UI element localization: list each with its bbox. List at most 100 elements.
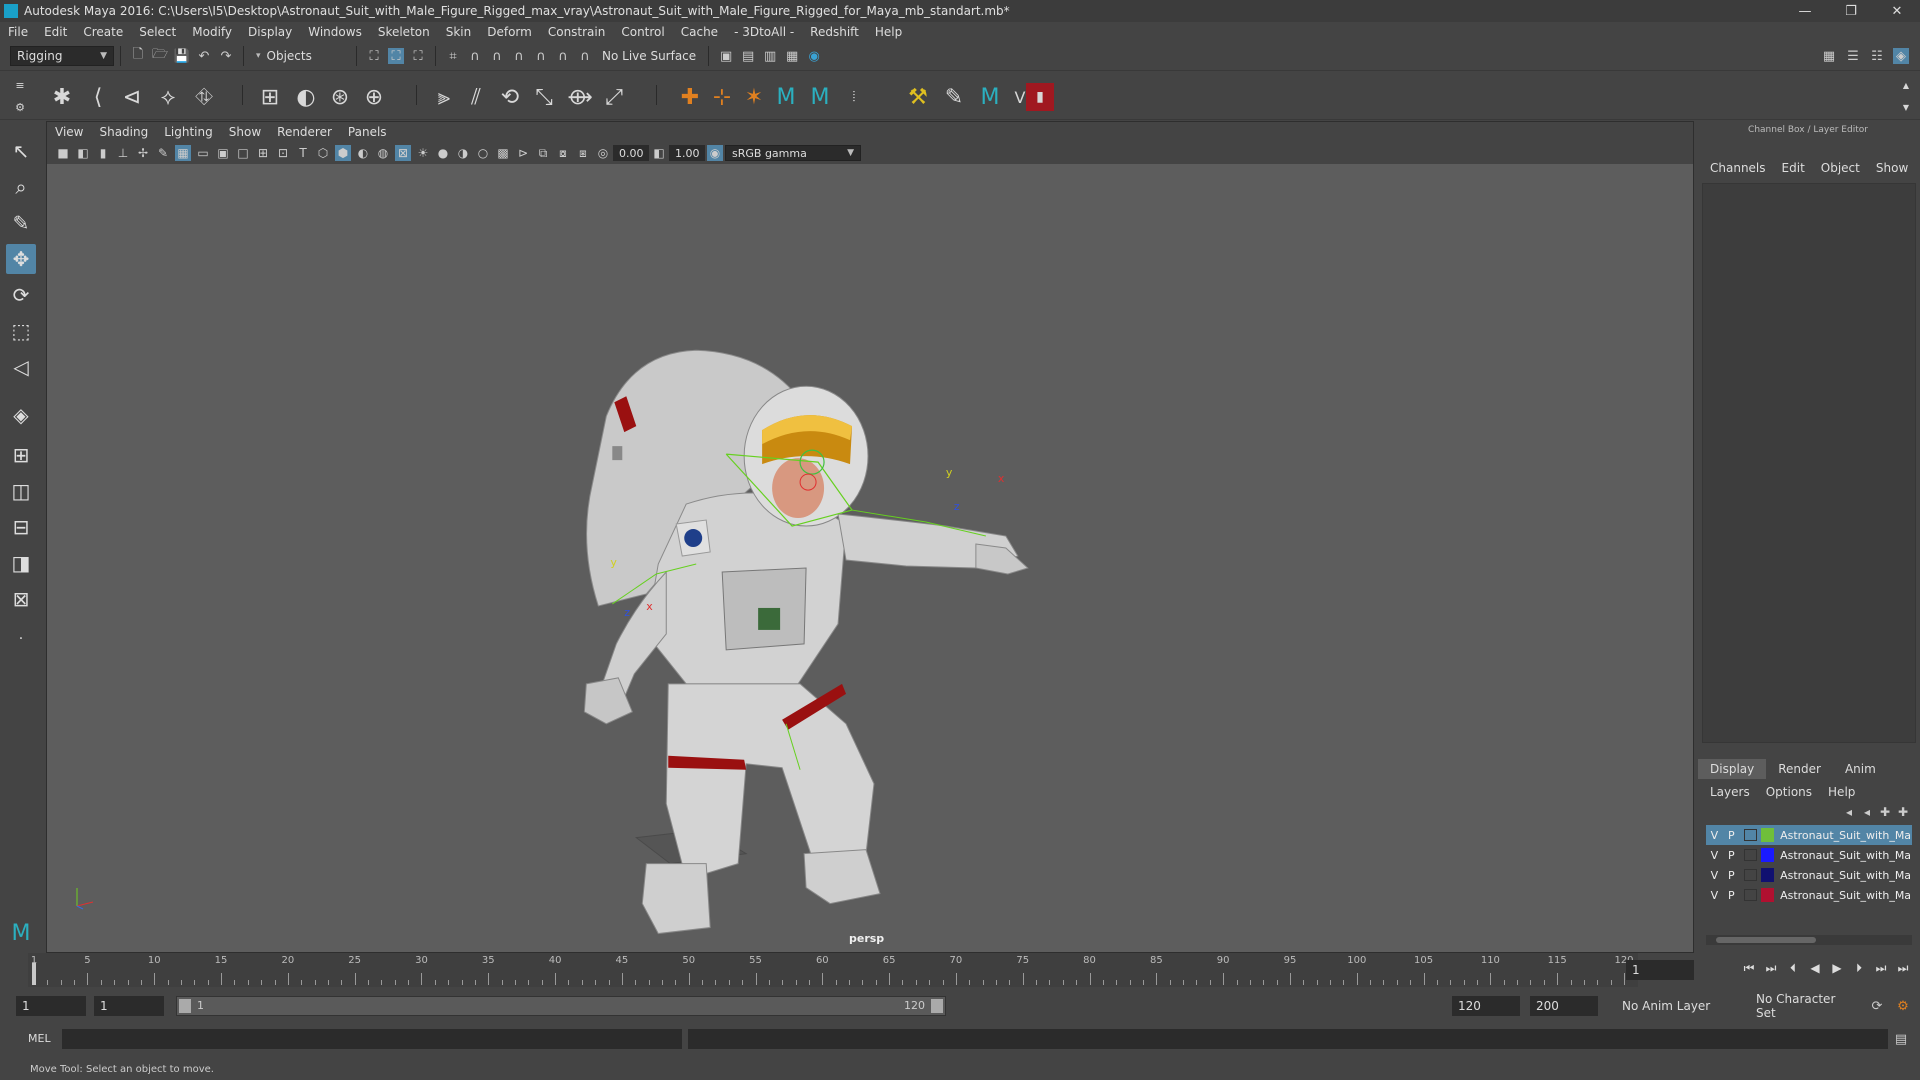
scrollbar-thumb[interactable] — [1716, 937, 1816, 943]
new-layer-icon[interactable]: ✚ — [1876, 805, 1894, 819]
move-tool-icon[interactable]: ✥ — [6, 244, 36, 274]
move-layer-down-icon[interactable]: ◂ — [1858, 805, 1876, 819]
menu-select[interactable]: Select — [139, 25, 176, 39]
paint-select-tool-icon[interactable]: ✎ — [6, 208, 36, 238]
menu-file[interactable]: File — [8, 25, 28, 39]
go-to-start-icon[interactable]: ⏮ — [1738, 961, 1760, 976]
layer-visibility-toggle[interactable]: V — [1706, 889, 1723, 902]
selection-mode-dropdown[interactable]: ▾ Objects — [250, 46, 350, 66]
smooth-shade-icon[interactable]: ⬢ — [335, 145, 351, 161]
snap-grid-icon[interactable]: ⌗ — [445, 48, 461, 64]
play-backward-icon[interactable]: ◀ — [1804, 961, 1826, 976]
vp-menu-lighting[interactable]: Lighting — [164, 125, 213, 139]
cluster-icon[interactable]: ⊕ — [360, 83, 388, 111]
view-transform-dropdown[interactable]: sRGB gamma ▼ — [725, 145, 861, 161]
menu-set-dropdown[interactable]: Rigging ▼ — [10, 46, 114, 66]
vp-menu-view[interactable]: View — [55, 125, 83, 139]
layer-row[interactable]: V P Astronaut_Suit_with_Male — [1706, 865, 1912, 885]
gate-mask-icon[interactable]: □ — [235, 145, 251, 161]
vp-menu-shading[interactable]: Shading — [99, 125, 148, 139]
snap-surface-icon[interactable]: ∩ — [533, 48, 549, 64]
resolution-gate-icon[interactable]: ▣ — [215, 145, 231, 161]
shadows-icon[interactable]: ☀ — [415, 145, 431, 161]
film-gate-icon[interactable]: ▭ — [195, 145, 211, 161]
preferences-icon[interactable]: ⚙ — [1895, 998, 1911, 1014]
vp-menu-panels[interactable]: Panels — [348, 125, 387, 139]
ik-handle-icon[interactable]: ⟨ — [84, 83, 112, 111]
field-chart-icon[interactable]: ⊞ — [255, 145, 271, 161]
channel-control-icon[interactable]: ⦙ — [840, 83, 868, 111]
play-forward-icon[interactable]: ▶ — [1826, 961, 1848, 976]
layer-visibility-toggle[interactable]: V — [1706, 829, 1723, 842]
layer-playback-toggle[interactable]: P — [1723, 889, 1740, 902]
redshift-render-icon[interactable]: ▮ — [1026, 83, 1054, 111]
quad-layout-icon[interactable]: ◈ — [6, 400, 36, 430]
live-surface-field[interactable]: No Live Surface — [596, 46, 703, 66]
menu-modify[interactable]: Modify — [192, 25, 232, 39]
exposure-field[interactable]: 0.00 — [613, 145, 649, 161]
playback-end-field[interactable]: 120 — [1452, 996, 1520, 1016]
render-frame-icon[interactable]: ▤ — [740, 48, 756, 64]
rotate-tool-icon[interactable]: ⟳ — [6, 280, 36, 310]
hypershade-icon[interactable]: ◉ — [806, 48, 822, 64]
layer-color-swatch[interactable] — [1760, 888, 1775, 902]
layer-visibility-toggle[interactable]: V — [1706, 869, 1723, 882]
pole-vector-icon[interactable]: ⤢ — [600, 83, 628, 111]
animation-start-field[interactable]: 1 — [16, 996, 86, 1016]
use-all-lights-icon[interactable]: ⊠ — [395, 145, 411, 161]
minimize-button[interactable]: — — [1782, 0, 1828, 22]
mirror-joint-icon[interactable]: ⛗ — [190, 83, 218, 111]
menu-skeleton[interactable]: Skeleton — [378, 25, 430, 39]
layer-type-toggle[interactable] — [1743, 829, 1757, 841]
motion-blur-icon[interactable]: ◑ — [455, 145, 471, 161]
menu-redshift[interactable]: Redshift — [810, 25, 859, 39]
layer-color-swatch[interactable] — [1760, 848, 1775, 862]
xray-joints-icon[interactable]: ⧇ — [555, 145, 571, 161]
snap-curve-icon[interactable]: ∩ — [467, 48, 483, 64]
outliner-layout-icon[interactable]: ⊟ — [6, 512, 36, 542]
menu-deform[interactable]: Deform — [487, 25, 532, 39]
scale-tool-icon[interactable]: ⬚ — [6, 316, 36, 346]
hypershade-layout-icon[interactable]: ⊠ — [6, 584, 36, 614]
open-scene-icon[interactable]: 🗁 — [152, 47, 168, 64]
layer-playback-toggle[interactable]: P — [1723, 829, 1740, 842]
close-button[interactable]: ✕ — [1874, 0, 1920, 22]
magnet-icon[interactable]: ∩ — [577, 48, 593, 64]
channel-box-icon[interactable]: ◈ — [1893, 48, 1909, 64]
menu-create[interactable]: Create — [83, 25, 123, 39]
shelf-scroll-down-icon[interactable]: ▼ — [1900, 101, 1912, 113]
command-language-label[interactable]: MEL — [28, 1032, 51, 1045]
render-view-icon[interactable]: ▣ — [718, 48, 734, 64]
cb-menu-channels[interactable]: Channels — [1710, 161, 1766, 175]
safe-title-icon[interactable]: T — [295, 145, 311, 161]
select-component-icon[interactable]: ⛶ — [410, 48, 426, 64]
layer-type-toggle[interactable] — [1743, 889, 1757, 901]
locator-icon[interactable]: ✚ — [676, 83, 704, 111]
layer-row[interactable]: V P Astronaut_Suit_with_Male — [1706, 845, 1912, 865]
menu-skin[interactable]: Skin — [446, 25, 472, 39]
lasso-tool-icon[interactable]: ⌕ — [6, 172, 36, 202]
ik-spline-icon[interactable]: ⊲ — [118, 83, 146, 111]
last-tool-icon[interactable]: ◁ — [6, 352, 36, 382]
shelf-menu-icon[interactable]: ≡ — [12, 77, 28, 93]
anim-layer-dropdown[interactable]: No Anim Layer — [1616, 996, 1742, 1016]
current-frame-field[interactable]: 1 — [1626, 960, 1694, 980]
parent-constraint-icon[interactable]: ⟴ — [566, 83, 594, 111]
step-forward-frame-icon[interactable]: ⏵ — [1848, 961, 1870, 976]
menu-control[interactable]: Control — [621, 25, 664, 39]
cb-menu-edit[interactable]: Edit — [1782, 161, 1805, 175]
aim-constraint-icon[interactable]: ⫽ — [462, 83, 490, 111]
character-set-dropdown[interactable]: No Character Set — [1750, 992, 1860, 1020]
xray-icon[interactable]: ⧉ — [535, 145, 551, 161]
animation-end-field[interactable]: 200 — [1530, 996, 1598, 1016]
playback-start-field[interactable]: 1 — [94, 996, 164, 1016]
smooth-skin-icon[interactable]: ◐ — [292, 83, 320, 111]
camera-attributes-icon[interactable]: ◧ — [75, 145, 91, 161]
tab-render[interactable]: Render — [1766, 759, 1833, 779]
2d-pan-zoom-icon[interactable]: ✢ — [135, 145, 151, 161]
range-start-handle[interactable] — [179, 999, 191, 1013]
shelf-scroll-up-icon[interactable]: ▲ — [1900, 79, 1912, 91]
safe-action-icon[interactable]: ⊡ — [275, 145, 291, 161]
current-time-indicator[interactable] — [32, 963, 36, 985]
range-end-handle[interactable] — [931, 999, 943, 1013]
